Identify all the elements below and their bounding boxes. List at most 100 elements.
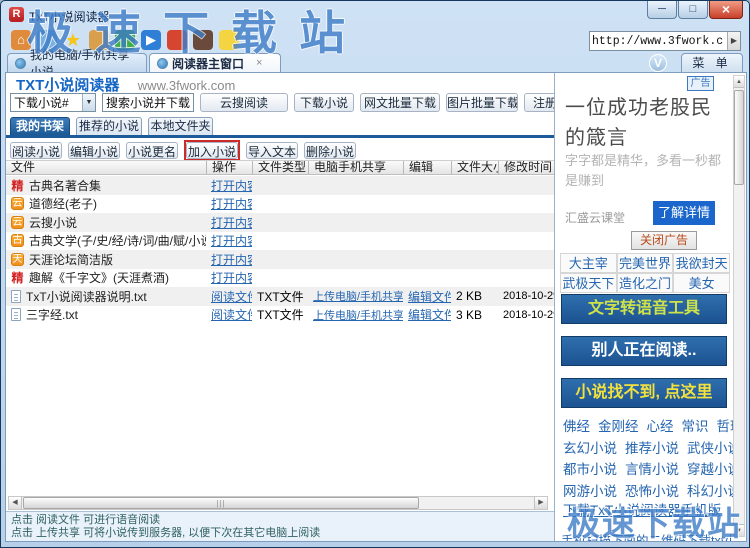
person-icon[interactable] bbox=[193, 30, 213, 50]
open-content-link[interactable]: 打开内容 bbox=[211, 216, 252, 230]
category-link[interactable]: 恐怖小说 bbox=[625, 480, 679, 500]
modified-date: 2018-10-29 0 bbox=[503, 308, 554, 321]
tab-reader-main[interactable]: 阅读器主窗口 × bbox=[149, 53, 281, 72]
toolbar-button[interactable]: 下载小说 bbox=[294, 93, 354, 112]
toolbar-button[interactable]: 图片批量下载 bbox=[446, 93, 518, 112]
shelf-tab-recommended[interactable]: 推荐的小说 bbox=[76, 117, 142, 135]
category-link[interactable]: 玄幻小说 bbox=[563, 437, 617, 457]
table-row[interactable]: 精古典名著合集打开内容 bbox=[6, 176, 554, 195]
category-link[interactable]: 佛经 bbox=[563, 415, 590, 435]
minimize-button[interactable]: ─ bbox=[647, 1, 677, 19]
url-input[interactable] bbox=[590, 34, 727, 48]
category-link[interactable]: 常识 bbox=[682, 415, 709, 435]
horizontal-scrollbar[interactable]: ◀ ||| ▶ bbox=[8, 496, 548, 510]
edit-file-link[interactable]: 编辑文件 bbox=[408, 290, 451, 304]
shelf-tab-my-shelf[interactable]: 我的书架 bbox=[10, 117, 70, 135]
read-file-link[interactable]: 阅读文件 bbox=[211, 308, 252, 322]
scroll-left-icon[interactable]: ◀ bbox=[9, 497, 22, 509]
action-button[interactable]: 导入文本 bbox=[246, 141, 298, 159]
open-content-link[interactable]: 打开内容 bbox=[211, 179, 252, 193]
scrollbar-thumb[interactable]: ||| bbox=[23, 497, 419, 509]
category-link[interactable]: 心经 bbox=[647, 415, 674, 435]
scroll-down-icon[interactable]: ▼ bbox=[734, 524, 744, 536]
scroll-right-icon[interactable]: ▶ bbox=[534, 497, 547, 509]
home-icon[interactable]: ⌂ bbox=[11, 30, 31, 50]
category-dropdown[interactable]: 下载小说# ▼ bbox=[10, 93, 96, 112]
toolbar-button[interactable]: 注册版功 bbox=[524, 93, 554, 112]
open-content-link[interactable]: 打开内容 bbox=[211, 197, 252, 211]
toolbar-button[interactable]: 云搜阅读 bbox=[200, 93, 288, 112]
page-title: TXT小说阅读器 bbox=[16, 77, 120, 94]
download-mobile-link[interactable]: 下载TxT小说阅读器手机版 bbox=[563, 499, 721, 519]
globe-icon bbox=[157, 57, 168, 69]
chat-icon[interactable] bbox=[219, 30, 239, 50]
category-link[interactable]: 推荐小说 bbox=[625, 437, 679, 457]
tab-shared-novels[interactable]: 我的电脑/手机共享小说 bbox=[7, 48, 147, 79]
featured-badge-icon: 精 bbox=[11, 178, 24, 193]
column-header: 操作 bbox=[206, 161, 252, 174]
avatar-icon[interactable] bbox=[167, 30, 187, 50]
category-badge-icon: 云 bbox=[11, 215, 24, 229]
sidebar-big-button[interactable]: 小说找不到, 点这里 bbox=[561, 378, 727, 408]
table-cell: 打开内容 bbox=[206, 232, 252, 249]
toolbar-button[interactable]: 网文批量下载 bbox=[360, 93, 440, 112]
close-ad-button[interactable]: 关闭广告 bbox=[631, 231, 697, 250]
url-go-icon[interactable]: ▶ bbox=[727, 32, 740, 50]
table-row[interactable]: 云云搜小说打开内容 bbox=[6, 213, 554, 232]
scrollbar-thumb[interactable] bbox=[734, 90, 744, 185]
search-input[interactable] bbox=[102, 93, 194, 112]
vertical-scrollbar[interactable]: ▲ ▼ bbox=[733, 75, 745, 537]
v-button[interactable]: V bbox=[649, 54, 667, 72]
edit-file-link[interactable]: 编辑文件 bbox=[408, 308, 451, 322]
action-button[interactable]: 加入小说 bbox=[186, 141, 238, 159]
read-file-link[interactable]: 阅读文件 bbox=[211, 290, 252, 304]
open-content-link[interactable]: 打开内容 bbox=[211, 234, 252, 248]
sidebar-big-button[interactable]: 文字转语音工具 bbox=[561, 294, 727, 324]
table-row[interactable]: 三字经.txt 阅读文件 TXT文件上传电脑/手机共享编辑文件 3 KB 2018-10… bbox=[6, 306, 554, 325]
upload-share-link[interactable]: 上传电脑/手机共享 bbox=[313, 310, 403, 322]
action-button[interactable]: 阅读小说 bbox=[10, 141, 62, 159]
table-row[interactable]: 精趣解《千字文》(天涯煮酒) 打开内容 bbox=[6, 269, 554, 288]
action-button[interactable]: 编辑小说 bbox=[68, 141, 120, 159]
file-size: 2 KB bbox=[456, 289, 483, 304]
sidebar-big-button[interactable]: 别人正在阅读.. bbox=[561, 336, 727, 366]
table-row[interactable]: 天天涯论坛简洁版打开内容 bbox=[6, 250, 554, 269]
menu-tab[interactable]: 菜 单 bbox=[681, 53, 743, 72]
chevron-down-icon[interactable]: ▼ bbox=[82, 94, 95, 111]
search-controls: 下载小说# ▼ 云搜阅读下载小说网文批量下载图片批量下载注册版功 bbox=[10, 93, 554, 112]
upload-share-link[interactable]: 上传电脑/手机共享 bbox=[313, 291, 403, 303]
column-header: 电脑手机共享 bbox=[308, 161, 403, 174]
close-button[interactable]: × bbox=[709, 1, 743, 19]
hot-link[interactable]: 完美世界 bbox=[616, 253, 674, 273]
table-header: 文件 操作文件类型电脑手机共享编辑文件大小修改时间 bbox=[6, 160, 554, 175]
table-row[interactable]: 云道德经(老子) 打开内容 bbox=[6, 195, 554, 214]
tab-close-icon[interactable]: × bbox=[256, 57, 262, 69]
tab-underline bbox=[6, 135, 554, 138]
action-button[interactable]: 小说更名 bbox=[126, 141, 178, 159]
action-button[interactable]: 删除小说 bbox=[304, 141, 356, 159]
hot-link[interactable]: 美女 bbox=[673, 273, 730, 293]
scroll-up-icon[interactable]: ▲ bbox=[734, 76, 744, 88]
category-link[interactable]: 言情小说 bbox=[625, 458, 679, 478]
shelf-tab-local-folder[interactable]: 本地文件夹 bbox=[148, 117, 213, 135]
ad-cta-button[interactable]: 了解详情 bbox=[653, 201, 715, 225]
play-icon[interactable]: ▶ bbox=[141, 30, 161, 50]
category-link[interactable]: 网游小说 bbox=[563, 480, 617, 500]
status-line-2: 点击 上传共享 可将小说传到服务器, 以便下次在其它电脑上阅读 bbox=[11, 527, 321, 539]
open-content-link[interactable]: 打开内容 bbox=[211, 253, 252, 267]
table-cell: 3 KB bbox=[451, 308, 498, 322]
category-link[interactable]: 都市小说 bbox=[563, 458, 617, 478]
hot-link[interactable]: 我欲封天 bbox=[673, 253, 730, 273]
hot-link[interactable]: 武极天下 bbox=[560, 273, 617, 293]
maximize-button[interactable]: □ bbox=[678, 1, 708, 19]
main-header: TXT小说阅读器 www.3fwork.com bbox=[16, 74, 235, 94]
title-bar: R TxT小说阅读器 ─ □ × bbox=[1, 1, 749, 29]
table-row[interactable]: TxT小说阅读器说明.txt 阅读文件 TXT文件上传电脑/手机共享编辑文件 2 KB… bbox=[6, 287, 554, 306]
category-link[interactable]: 金刚经 bbox=[598, 415, 639, 435]
table-row[interactable]: 古古典文学(子/史/经/诗/词/曲/赋/小说) 打开内容 bbox=[6, 232, 554, 251]
hot-link[interactable]: 大主宰 bbox=[560, 253, 617, 273]
ad-title[interactable]: 一位成功老股民的箴言 bbox=[565, 93, 723, 153]
window-title: TxT小说阅读器 bbox=[29, 10, 110, 24]
hot-link[interactable]: 造化之门 bbox=[616, 273, 674, 293]
open-content-link[interactable]: 打开内容 bbox=[211, 271, 252, 285]
